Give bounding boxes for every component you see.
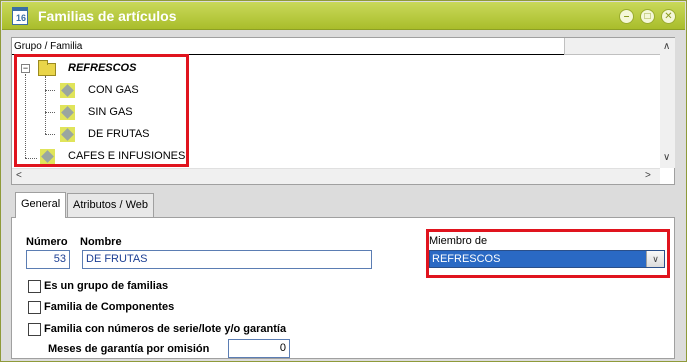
serie-lote-label: Familia con números de serie/lote y/o ga… [44,323,287,335]
serie-lote-checkbox[interactable] [28,323,41,336]
nombre-field[interactable]: DE FRUTAS [82,250,372,269]
es-grupo-label: Es un grupo de familias [44,280,169,292]
componentes-label: Familia de Componentes [44,301,175,313]
tree-header-filler [564,38,660,55]
families-window: 16 Familias de artículos – □ ✕ Grupo / F… [0,0,687,362]
nombre-label: Nombre [80,236,122,248]
numero-label: Número [26,236,68,248]
meses-garantia-label: Meses de garantía por omisión [48,343,210,355]
window-title: Familias de artículos [38,8,177,24]
es-grupo-checkbox[interactable] [28,280,41,293]
calendar-16-icon: 16 [12,7,28,25]
tab-general[interactable]: General [15,192,67,218]
scroll-down-icon[interactable]: ∨ [663,152,670,163]
tree-highlight-box [14,54,189,167]
maximize-icon[interactable]: □ [640,9,655,24]
minimize-icon[interactable]: – [619,9,634,24]
scroll-up-icon[interactable]: ∧ [663,41,670,52]
miembro-highlight-box [426,229,670,278]
close-icon[interactable]: ✕ [661,9,676,24]
calendar-icon-text: 16 [16,13,27,23]
tree-horizontal-scrollbar[interactable]: < > [12,168,660,184]
scroll-right-icon[interactable]: > [645,170,651,181]
tree-vertical-scrollbar[interactable]: ∧ ∨ [660,38,675,168]
componentes-checkbox[interactable] [28,301,41,314]
tree-column-header[interactable]: Grupo / Familia [12,38,564,55]
tab-atributos-web[interactable]: Atributos / Web [67,193,154,217]
meses-garantia-field[interactable]: 0 [228,339,290,358]
scroll-left-icon[interactable]: < [16,170,22,181]
numero-field[interactable]: 53 [26,250,70,269]
title-bar[interactable]: 16 Familias de artículos – □ ✕ [2,2,685,30]
